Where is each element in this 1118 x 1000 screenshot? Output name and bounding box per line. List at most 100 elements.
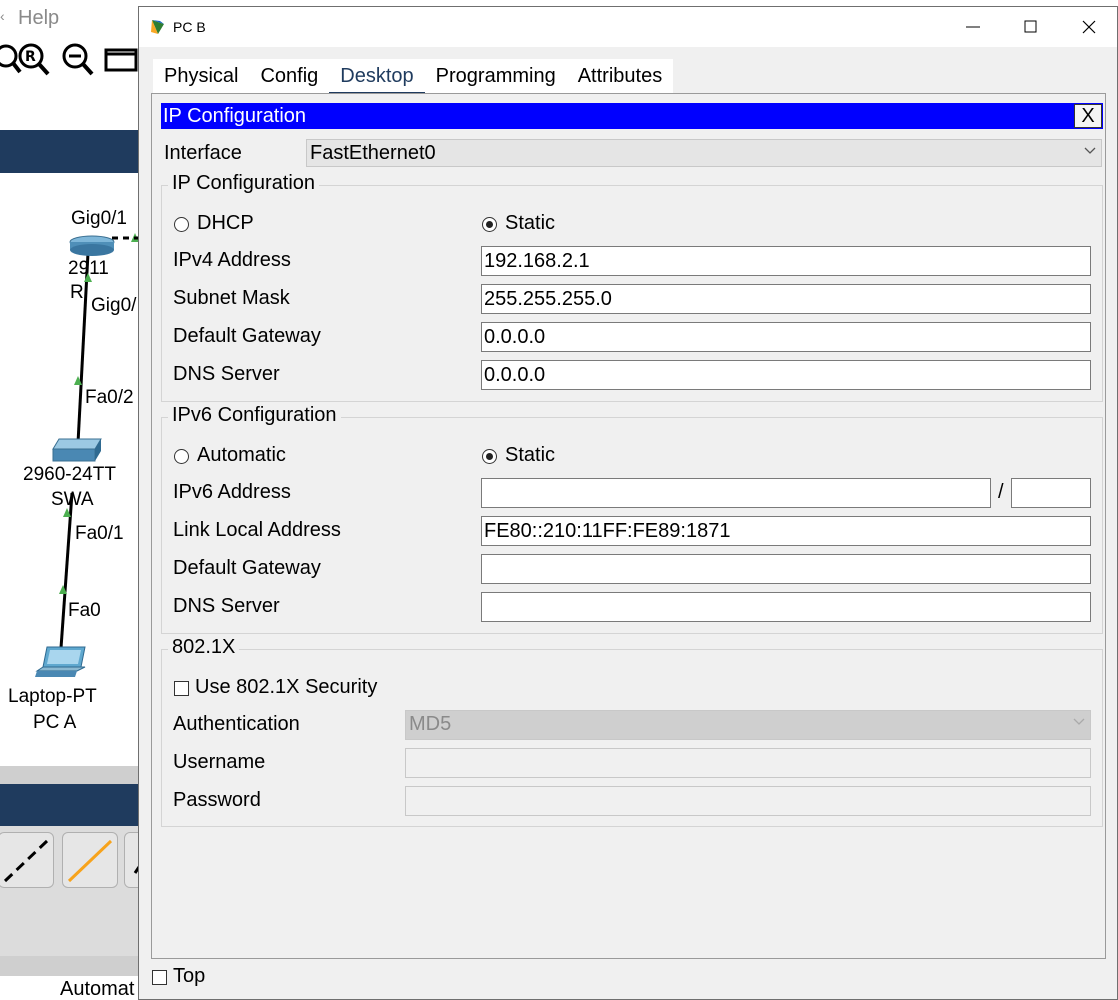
dot1x-group-title: 802.1X	[168, 636, 240, 659]
ipv6-static-label: Static	[505, 444, 556, 466]
menu-chevron-icon: ‹	[0, 8, 5, 24]
ipv4-configuration-group: IP Configuration DHCP Static IPv4 Addres…	[161, 172, 1103, 402]
ipv6-prefix-input[interactable]	[1011, 478, 1091, 508]
router-port-top-label: Gig0/1	[71, 208, 127, 229]
zoom-reset-icon[interactable]: R	[14, 40, 54, 80]
link-local-address-label: Link Local Address	[173, 519, 341, 541]
authentication-label: Authentication	[173, 713, 300, 735]
username-label: Username	[173, 751, 266, 773]
ipv6-address-input[interactable]	[481, 478, 991, 508]
router-icon[interactable]	[67, 235, 117, 257]
menu-help[interactable]: Help	[18, 7, 59, 30]
password-label: Password	[173, 789, 261, 811]
interface-select-value: FastEthernet0	[310, 142, 436, 164]
ipv4-address-input[interactable]: 192.168.2.1	[481, 246, 1091, 276]
status-text: Automat	[60, 978, 135, 1000]
tab-desktop[interactable]: Desktop	[329, 59, 425, 95]
tab-attributes[interactable]: Attributes	[567, 59, 673, 95]
ipv4-static-radio[interactable]	[482, 217, 497, 232]
ipv6-group-title: IPv6 Configuration	[168, 404, 341, 427]
switch-model-label: 2960-24TT	[23, 464, 116, 485]
top-checkbox-label: Top	[173, 965, 206, 987]
router-port-bottom-label: Gig0/	[91, 295, 137, 316]
password-input[interactable]	[405, 786, 1091, 816]
ipv6-automatic-radio[interactable]	[174, 449, 189, 464]
close-icon	[1082, 20, 1096, 34]
link-local-address-input[interactable]: FE80::210:11FF:FE89:1871	[481, 516, 1091, 546]
ip-configuration-close-button[interactable]: X	[1074, 104, 1102, 128]
interface-label: Interface	[164, 142, 242, 164]
ipv6-default-gateway-label: Default Gateway	[173, 557, 321, 579]
switch-icon[interactable]	[51, 435, 103, 465]
laptop-name-label: PC A	[33, 712, 77, 733]
router-name-label: R	[70, 282, 84, 303]
straight-through-cable-button[interactable]	[62, 832, 118, 888]
window-titlebar[interactable]: PC B	[139, 7, 1117, 47]
maximize-button[interactable]	[1003, 7, 1061, 47]
minimize-button[interactable]	[945, 7, 1003, 47]
ipv6-dns-server-label: DNS Server	[173, 595, 280, 617]
top-checkbox[interactable]	[152, 970, 167, 985]
ip-configuration-title: IP Configuration	[163, 105, 307, 127]
menu-bar: ‹ Help	[0, 0, 140, 36]
ipv4-default-gateway-label: Default Gateway	[173, 325, 321, 347]
router-model-label: 2911	[68, 258, 109, 279]
minimize-icon	[966, 26, 980, 28]
desktop-panel: IP Configuration X Interface FastEtherne…	[151, 93, 1106, 959]
username-input[interactable]	[405, 748, 1091, 778]
tab-programming[interactable]: Programming	[425, 59, 567, 95]
ipv6-automatic-label: Automatic	[197, 444, 286, 466]
pc-b-window: PC B Physical Config Desktop Programming…	[138, 6, 1118, 1000]
subnet-mask-input[interactable]: 255.255.255.0	[481, 284, 1091, 314]
horizontal-scrollbar[interactable]	[0, 766, 140, 784]
workspace-background: ‹ Help R Gig0/1 2911 R Gig0/ Fa0/2 2960-…	[0, 0, 140, 1000]
logical-workspace-canvas[interactable]: Gig0/1 2911 R Gig0/ Fa0/2 2960-24TT SWA …	[0, 173, 140, 766]
connection-palette	[0, 826, 140, 956]
ipv4-group-title: IP Configuration	[168, 172, 320, 195]
console-cable-button[interactable]	[0, 832, 54, 888]
packet-tracer-app-icon	[151, 20, 164, 34]
laptop-icon[interactable]	[33, 645, 89, 685]
window-view-icon[interactable]	[102, 40, 140, 80]
device-type-bar	[0, 784, 140, 826]
ipv4-address-label: IPv4 Address	[173, 249, 291, 271]
use-dot1x-label: Use 802.1X Security	[195, 676, 378, 698]
chevron-down-icon	[1084, 147, 1096, 154]
ip-configuration-header: IP Configuration X	[161, 103, 1103, 129]
ipv6-static-radio[interactable]	[482, 449, 497, 464]
use-dot1x-checkbox[interactable]	[174, 681, 189, 696]
device-tab-strip: Physical Config Desktop Programming Attr…	[153, 59, 674, 95]
ipv6-configuration-group: IPv6 Configuration Automatic Static IPv6…	[161, 404, 1103, 634]
dot1x-group: 802.1X Use 802.1X Security Authenticatio…	[161, 636, 1103, 827]
maximize-icon	[1024, 20, 1037, 33]
toolbar: R	[0, 36, 140, 84]
ipv6-address-label: IPv6 Address	[173, 481, 291, 503]
zoom-out-icon[interactable]	[58, 40, 98, 80]
svg-text:R: R	[25, 49, 36, 65]
switch-name-label: SWA	[51, 489, 94, 510]
close-button[interactable]	[1061, 7, 1117, 47]
ipv4-static-label: Static	[505, 212, 556, 234]
switch-port-up-label: Fa0/2	[85, 387, 134, 408]
laptop-port-label: Fa0	[68, 600, 101, 621]
ipv4-dns-server-input[interactable]: 0.0.0.0	[481, 360, 1091, 390]
laptop-model-label: Laptop-PT	[8, 686, 97, 707]
palette-scrollbar[interactable]	[0, 956, 140, 976]
authentication-select-value: MD5	[409, 713, 452, 735]
tab-physical[interactable]: Physical	[153, 59, 249, 95]
subnet-mask-label: Subnet Mask	[173, 287, 290, 309]
authentication-select[interactable]: MD5	[405, 710, 1091, 740]
dhcp-label: DHCP	[197, 212, 254, 234]
interface-select[interactable]: FastEthernet0	[306, 139, 1102, 167]
workspace-header-bar	[0, 130, 140, 173]
dhcp-radio[interactable]	[174, 217, 189, 232]
ipv4-dns-server-label: DNS Server	[173, 363, 280, 385]
ipv6-prefix-separator: /	[998, 481, 1004, 503]
ipv6-dns-server-input[interactable]	[481, 592, 1091, 622]
ipv6-default-gateway-input[interactable]	[481, 554, 1091, 584]
switch-port-down-label: Fa0/1	[75, 523, 124, 544]
tab-config[interactable]: Config	[249, 59, 329, 95]
chevron-down-icon	[1073, 718, 1085, 725]
window-title: PC B	[173, 19, 206, 35]
ipv4-default-gateway-input[interactable]: 0.0.0.0	[481, 322, 1091, 352]
